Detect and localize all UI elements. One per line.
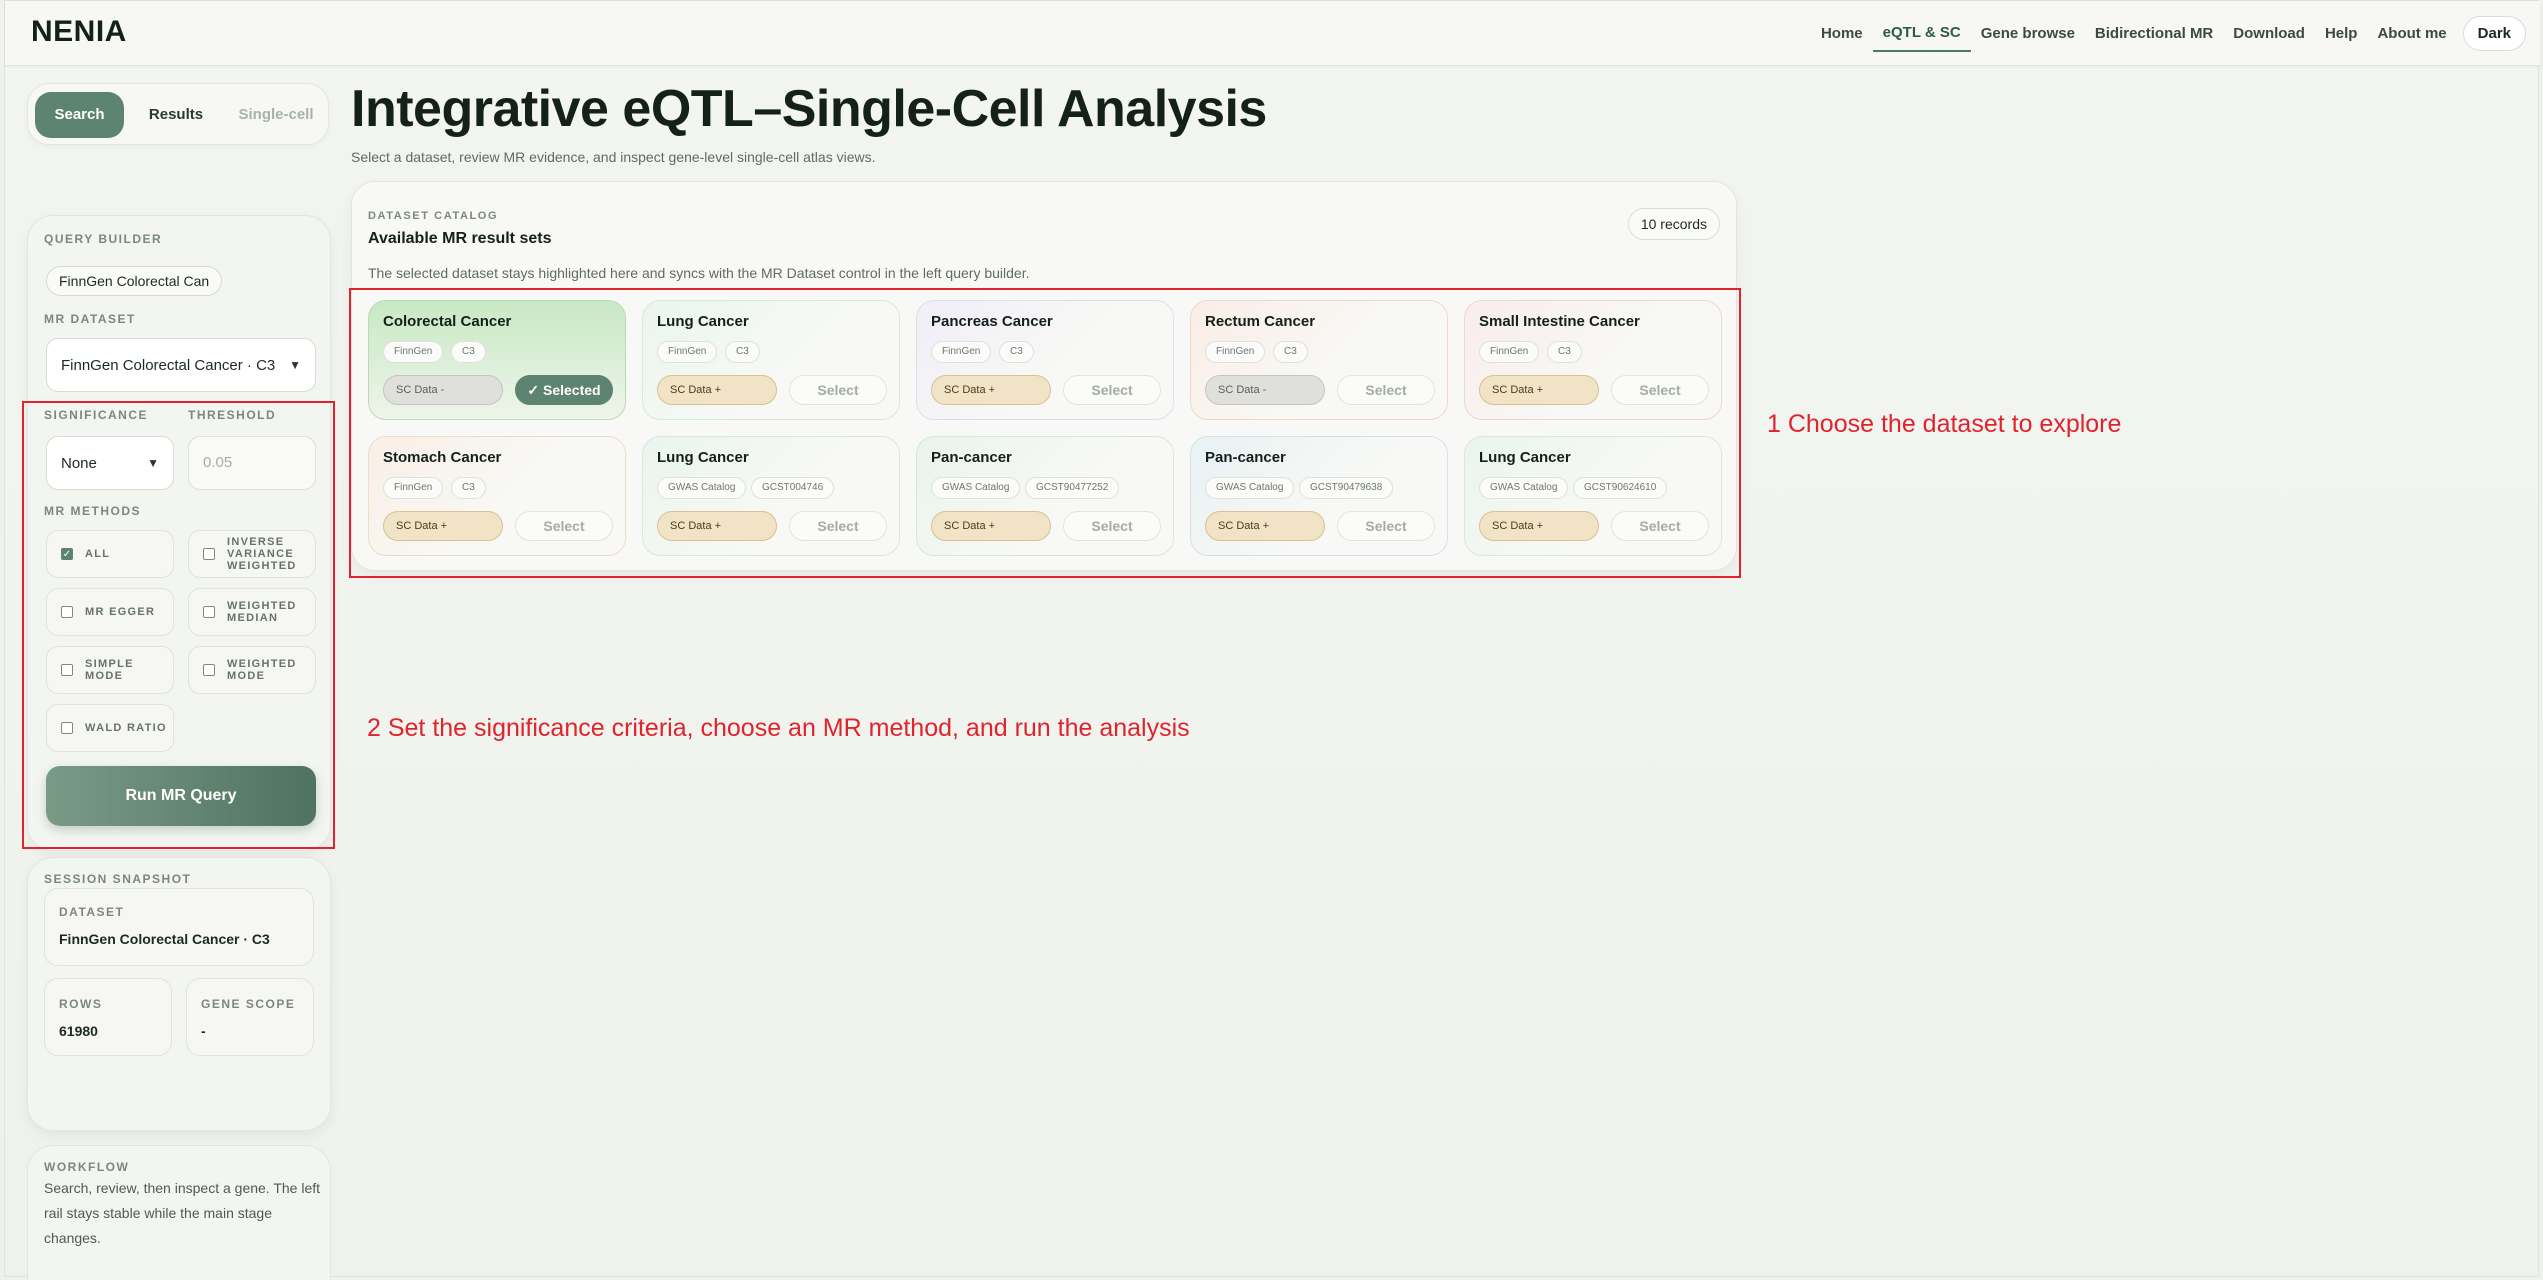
mr-dataset-select[interactable]: FinnGen Colorectal Cancer · C3 ▼	[46, 338, 316, 392]
annotation-step2: 2 Set the significance criteria, choose …	[367, 714, 1190, 742]
session-snapshot-kicker: SESSION SNAPSHOT	[44, 872, 192, 886]
catalog-description: The selected dataset stays highlighted h…	[368, 265, 1030, 281]
theme-toggle-button[interactable]: Dark	[2462, 16, 2526, 51]
mr-dataset-label: MR DATASET	[44, 312, 136, 326]
workflow-kicker: WORKFLOW	[44, 1160, 130, 1174]
nav-eqtl-sc[interactable]: eQTL & SC	[1872, 15, 1971, 52]
query-builder-kicker: QUERY BUILDER	[44, 232, 163, 246]
page-subtitle: Select a dataset, review MR evidence, an…	[351, 149, 876, 165]
mr-dataset-value: FinnGen Colorectal Cancer · C3	[61, 356, 276, 374]
annotation-step1: 1 Choose the dataset to explore	[1767, 410, 2122, 438]
nav-download[interactable]: Download	[2223, 16, 2315, 51]
session-gene-scope-box: GENE SCOPE -	[186, 978, 314, 1056]
workflow-card: WORKFLOW Search, review, then inspect a …	[27, 1145, 331, 1280]
nav-about-me[interactable]: About me	[2367, 16, 2456, 51]
records-badge: 10 records	[1627, 208, 1720, 240]
tab-results[interactable]: Results	[136, 92, 216, 138]
session-dataset-value: FinnGen Colorectal Cancer · C3	[59, 931, 270, 947]
nav-home[interactable]: Home	[1811, 16, 1873, 51]
session-rows-box: ROWS 61980	[44, 978, 172, 1056]
session-gene-scope-label: GENE SCOPE	[201, 997, 296, 1011]
page-title: Integrative eQTL–Single-Cell Analysis	[351, 80, 1267, 138]
session-dataset-box: DATASET FinnGen Colorectal Cancer · C3	[44, 888, 314, 966]
catalog-title: Available MR result sets	[368, 230, 552, 247]
top-navbar: NENIA Home eQTL & SC Gene browse Bidirec…	[5, 1, 2540, 66]
catalog-kicker: DATASET CATALOG	[368, 210, 499, 222]
nav-help[interactable]: Help	[2315, 16, 2368, 51]
brand-logo[interactable]: NENIA	[31, 15, 127, 49]
session-snapshot-card: SESSION SNAPSHOT DATASET FinnGen Colorec…	[27, 857, 331, 1131]
nav-bidirectional-mr[interactable]: Bidirectional MR	[2085, 16, 2223, 51]
session-gene-scope-value: -	[201, 1023, 206, 1039]
nav-gene-browse[interactable]: Gene browse	[1971, 16, 2085, 51]
app-frame: NENIA Home eQTL & SC Gene browse Bidirec…	[4, 0, 2540, 1280]
tab-search[interactable]: Search	[35, 92, 124, 138]
main-nav: Home eQTL & SC Gene browse Bidirectional…	[1811, 15, 2526, 52]
chevron-down-icon: ▼	[289, 358, 301, 372]
annotation-box-step1	[349, 288, 1741, 578]
session-rows-value: 61980	[59, 1023, 98, 1039]
tab-single-cell[interactable]: Single-cell	[228, 92, 324, 138]
session-rows-label: ROWS	[59, 997, 103, 1011]
annotation-box-step2	[22, 401, 335, 849]
rail-tabs: Search Results Single-cell	[27, 83, 329, 145]
dataset-search-input[interactable]: FinnGen Colorectal Can	[46, 266, 222, 296]
workflow-text: Search, review, then inspect a gene. The…	[44, 1180, 321, 1246]
session-dataset-label: DATASET	[59, 905, 125, 919]
